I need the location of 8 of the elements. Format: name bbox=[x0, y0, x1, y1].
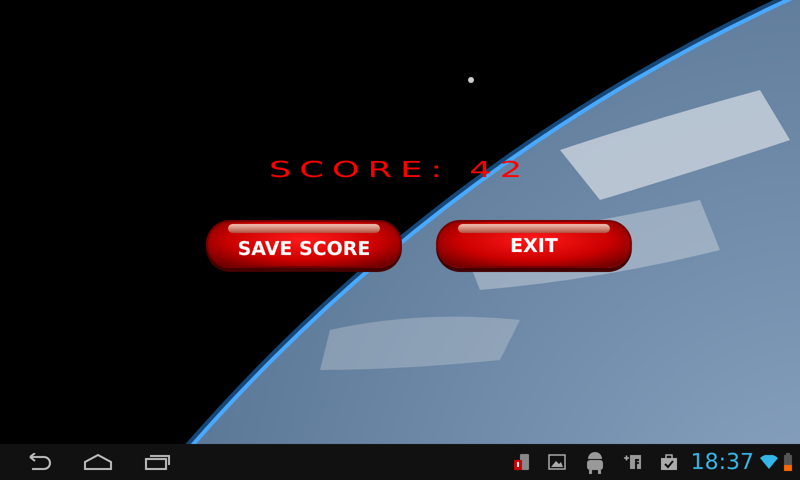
image-icon bbox=[548, 454, 566, 470]
home-icon[interactable] bbox=[83, 454, 113, 470]
clock-time: 18:37 bbox=[690, 450, 754, 474]
wifi-icon bbox=[760, 455, 778, 469]
battery-alert-icon bbox=[514, 452, 530, 472]
battery-icon bbox=[784, 453, 792, 471]
shopping-bag-icon bbox=[660, 454, 678, 470]
recent-apps-icon[interactable] bbox=[144, 453, 172, 471]
